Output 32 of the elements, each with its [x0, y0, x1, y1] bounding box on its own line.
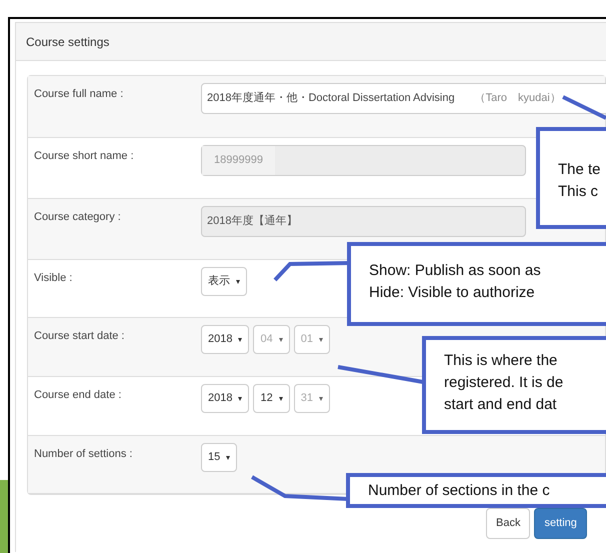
- caret-icon: [226, 456, 230, 460]
- caret-icon: [318, 338, 323, 342]
- select-field[interactable]: 表示: [201, 267, 247, 296]
- field-label: Number of settions :: [33, 447, 134, 462]
- select-field[interactable]: 12: [253, 384, 290, 413]
- caret-icon: [236, 280, 240, 284]
- caret-icon: [278, 396, 283, 400]
- field-label: Course category :: [33, 210, 122, 225]
- back-button[interactable]: Back: [486, 508, 530, 539]
- field-value: （Taro kyudai）: [474, 91, 561, 106]
- field-label: Visible :: [33, 271, 74, 286]
- input-field[interactable]: 2018年度通年・他・Doctoral Dissertation Advising （Taro kyudai）: [201, 83, 606, 114]
- caret-icon: [238, 338, 242, 342]
- select-field[interactable]: 2018: [201, 325, 250, 354]
- callout-text: This is where the registered. It is de start and end dat: [444, 351, 564, 415]
- field-label: Course start date :: [33, 329, 126, 344]
- field-label: Course full name :: [33, 87, 124, 102]
- panel-title: Course settings: [26, 34, 110, 50]
- field-value: 2018年度通年・他・Doctoral Dissertation Advising: [207, 90, 455, 106]
- field-label: Course end date :: [33, 388, 122, 403]
- input-field[interactable]: 2018年度【通年】: [201, 206, 526, 237]
- callout-text: The te This c: [558, 160, 602, 202]
- setting-button[interactable]: setting: [534, 508, 587, 539]
- caret-icon: [238, 396, 242, 400]
- field-value: 18999999: [202, 146, 275, 175]
- field-label: Course short name :: [33, 149, 135, 164]
- callout-text: Show: Publish as soon as Hide: Visible to authorize: [369, 261, 542, 303]
- select-field[interactable]: 2018: [201, 384, 250, 413]
- callout-text: Number of sections in the c: [368, 481, 551, 501]
- select-field[interactable]: 15: [201, 443, 238, 472]
- caret-icon: [278, 338, 283, 342]
- caret-icon: [318, 396, 323, 400]
